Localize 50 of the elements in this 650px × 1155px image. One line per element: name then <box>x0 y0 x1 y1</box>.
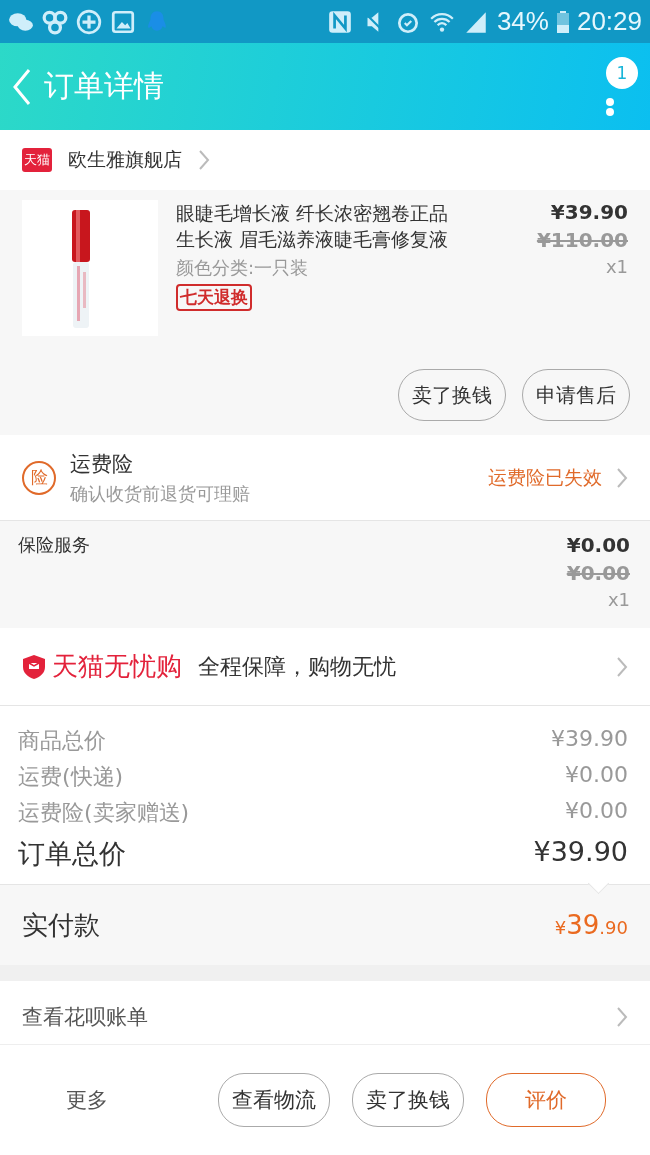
paid-amount: ¥39.90 <box>554 910 628 940</box>
flower-icon <box>42 8 68 35</box>
clock: 20:29 <box>576 6 642 37</box>
chevron-icon <box>616 655 628 678</box>
shop-row[interactable]: 天猫 欧生雅旗舰店 <box>0 130 650 190</box>
price: ¥0.00 <box>566 533 630 557</box>
quantity: x1 <box>607 589 630 610</box>
original-price: ¥0.00 <box>566 561 630 585</box>
guarantee-brand: 天猫无忧购 <box>52 650 182 683</box>
tmall-logo: 天猫 <box>22 148 52 172</box>
page-title: 订单详情 <box>44 67 164 105</box>
quantity: x1 <box>605 256 628 277</box>
total-label: 运费险(卖家赠送) <box>18 799 190 827</box>
huabei-label: 查看花呗账单 <box>22 1003 148 1031</box>
back-icon[interactable] <box>12 66 32 107</box>
product-variant: 颜色分类:一只装 <box>176 256 309 280</box>
notification-badge: 1 <box>606 56 638 89</box>
guarantee-text: 全程保障，购物无忧 <box>198 652 397 681</box>
original-price: ¥110.00 <box>536 228 628 252</box>
total-value: ¥39.90 <box>533 836 628 869</box>
battery-percentage: 34% <box>496 6 549 37</box>
total-value: ¥0.00 <box>565 798 628 825</box>
action-button[interactable]: 查看物流 <box>218 1073 330 1127</box>
battery-icon <box>556 10 569 33</box>
chevron-icon <box>616 466 628 489</box>
huabei-row[interactable]: 查看花呗账单 <box>0 981 650 1045</box>
shop-name: 欧生雅旗舰店 <box>68 147 182 172</box>
total-label: 商品总价 <box>18 727 106 755</box>
return-tag: 七天退换 <box>176 284 252 311</box>
chevron-icon <box>616 1005 628 1028</box>
chevron-icon <box>198 149 210 171</box>
image-icon <box>110 8 136 35</box>
service-label: 保险服务 <box>18 533 90 557</box>
total-label: 运费(快递) <box>18 763 124 791</box>
insurance-title: 运费险 <box>70 450 134 478</box>
action-button[interactable]: 卖了换钱 <box>352 1073 464 1127</box>
nfc-icon <box>326 8 353 35</box>
insurance-status: 运费险已失效 <box>488 464 602 490</box>
total-label: 订单总价 <box>18 837 126 871</box>
price: ¥39.90 <box>550 200 628 224</box>
insurance-subtitle: 确认收货前退货可理赔 <box>70 481 251 506</box>
shield-icon <box>22 653 46 680</box>
product-title: 眼睫毛增长液 纤长浓密翘卷正品生长液 眉毛滋养液睫毛膏修复液 <box>176 201 450 252</box>
paid-label: 实付款 <box>22 908 100 942</box>
guarantee-row[interactable]: 天猫无忧购 全程保障，购物无忧 <box>0 628 650 706</box>
plus-icon <box>76 8 102 35</box>
total-value: ¥0.00 <box>565 762 628 789</box>
more-button[interactable]: 更多 <box>60 1085 114 1115</box>
total-value: ¥39.90 <box>551 726 628 753</box>
insurance-icon: 险 <box>22 460 56 495</box>
